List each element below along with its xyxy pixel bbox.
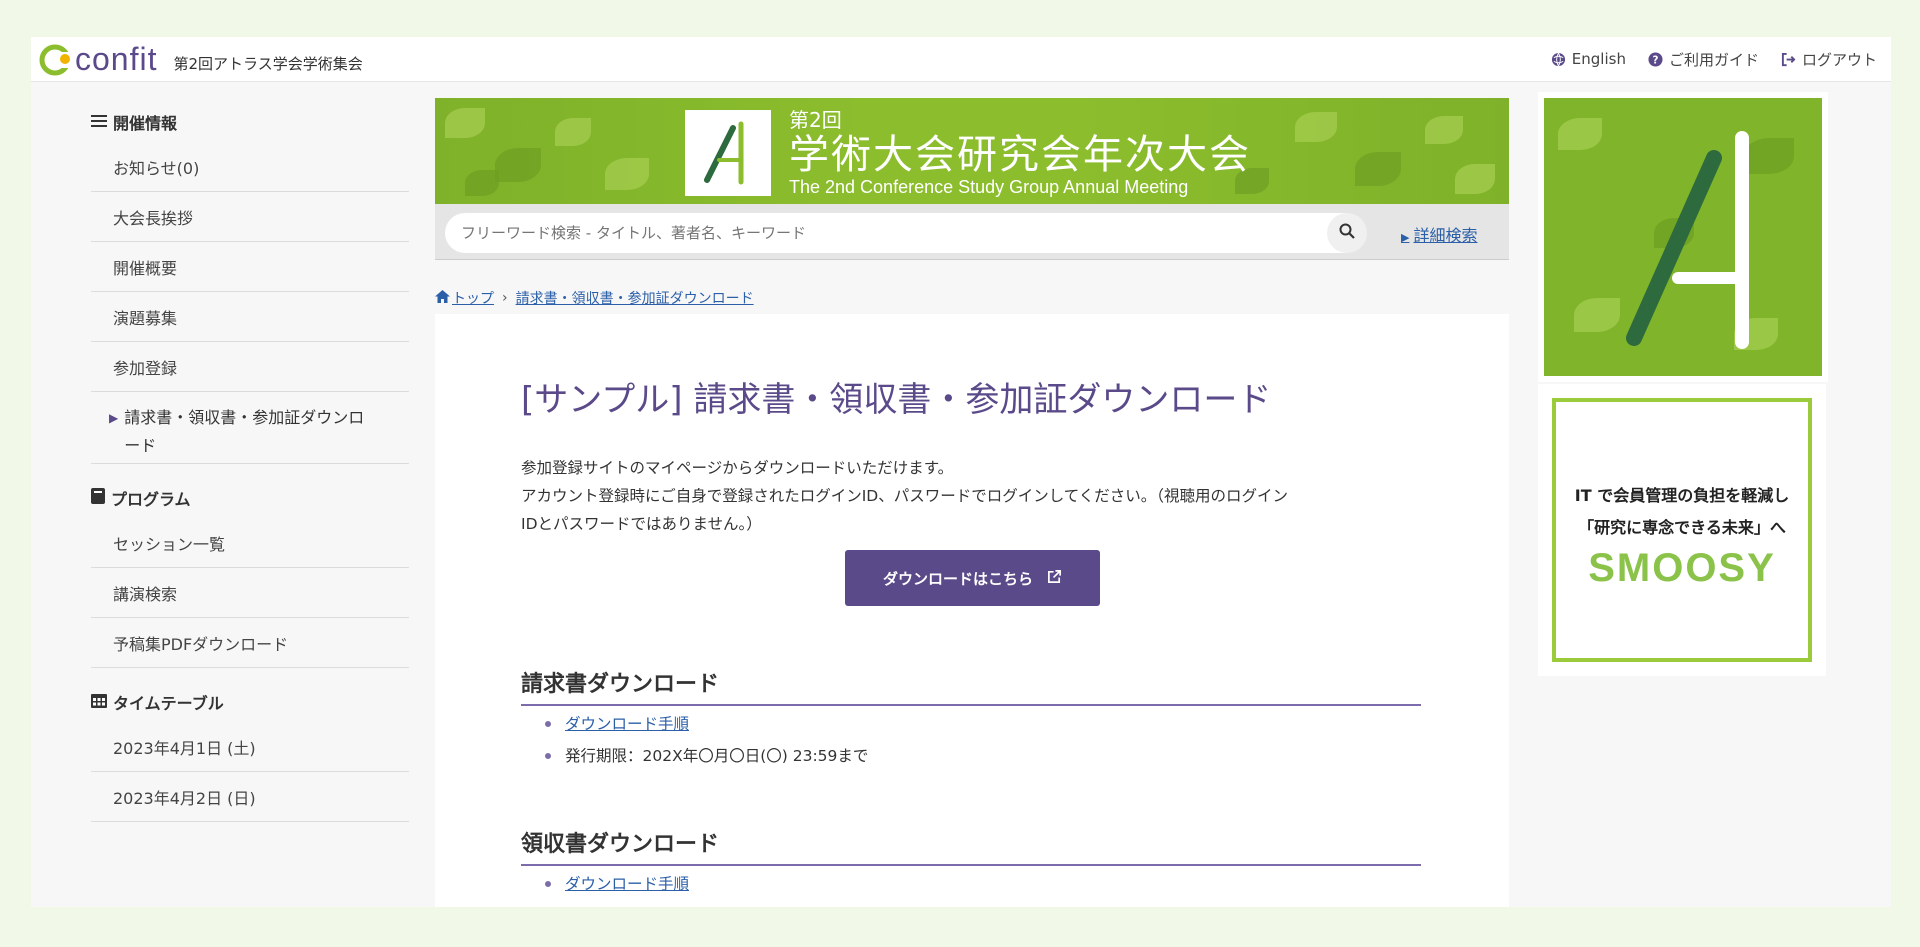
invoice-procedure-link[interactable]: ダウンロード手順 bbox=[565, 708, 689, 740]
sidebar-item-notices[interactable]: お知らせ(0) bbox=[91, 142, 409, 192]
atlas-ad-banner[interactable] bbox=[1538, 92, 1828, 382]
sidebar-item-day2[interactable]: 2023年4月2日 (日) bbox=[91, 772, 409, 822]
atlas-a-logo-icon bbox=[1544, 98, 1822, 376]
breadcrumb-separator: › bbox=[502, 290, 508, 306]
caret-right-icon: ▶ bbox=[1401, 231, 1410, 244]
banner-edition: 第2回 bbox=[789, 108, 842, 132]
sidebar-item-call-for-papers[interactable]: 演題募集 bbox=[91, 292, 409, 342]
guide-link[interactable]: ? ご利用ガイド bbox=[1648, 49, 1759, 70]
leaf-decoration bbox=[555, 118, 591, 146]
invoice-deadline: 発行期限：202X年〇月〇日(〇) 23:59まで bbox=[565, 747, 869, 765]
search-input[interactable] bbox=[445, 213, 1365, 253]
leaf-decoration bbox=[465, 170, 499, 196]
logout-icon bbox=[1781, 51, 1797, 67]
atlas-logo-icon bbox=[685, 110, 771, 196]
advanced-search-link[interactable]: ▶ 詳細検索 bbox=[1401, 222, 1477, 246]
confit-logo-mark-icon bbox=[39, 40, 77, 78]
list-item: 発行期限：202X年〇月〇日(〇) 23:59まで bbox=[545, 740, 868, 772]
search-bar: ▶詳細検索 bbox=[435, 204, 1509, 260]
banner-title: 第2回 学術大会研究会年次大会 The 2nd Conference Study… bbox=[789, 104, 1251, 198]
sidebar-item-sessions[interactable]: セッション一覧 bbox=[91, 518, 409, 568]
invoice-section-heading: 請求書ダウンロード bbox=[521, 666, 1421, 706]
sidebar-item-invoice-download[interactable]: ▶ 請求書・領収書・参加証ダウンロード bbox=[91, 392, 409, 464]
question-circle-icon: ? bbox=[1648, 51, 1664, 67]
conference-banner[interactable]: 第2回 学術大会研究会年次大会 The 2nd Conference Study… bbox=[435, 98, 1509, 204]
external-link-icon bbox=[1047, 569, 1062, 588]
page-title: [サンプル] 請求書・領収書・参加証ダウンロード bbox=[521, 380, 1272, 420]
confit-logo[interactable]: confit bbox=[39, 40, 157, 78]
list-icon bbox=[91, 113, 107, 132]
header-links: English ? ご利用ガイド ログアウト bbox=[1551, 49, 1877, 70]
sidebar-item-proceedings-pdf[interactable]: 予稿集PDFダウンロード bbox=[91, 618, 409, 668]
banner-title-en: The 2nd Conference Study Group Annual Me… bbox=[789, 177, 1189, 197]
guide-link-label: ご利用ガイド bbox=[1668, 50, 1759, 69]
home-icon bbox=[435, 289, 450, 307]
sidebar-item-invoice-download-label: 請求書・領収書・参加証ダウンロード bbox=[124, 408, 365, 455]
leaf-decoration bbox=[445, 108, 485, 138]
smoosy-ad-frame: IT で会員管理の負担を軽減し 「研究に専念できる未来」へ SMOOSY bbox=[1552, 398, 1812, 662]
globe-icon bbox=[1551, 51, 1567, 67]
bullet-icon bbox=[545, 881, 551, 887]
sidebar: 開催情報 お知らせ(0) 大会長挨拶 開催概要 演題募集 参加登録 ▶ 請求書・… bbox=[91, 102, 409, 822]
leaf-decoration bbox=[1425, 116, 1463, 144]
breadcrumb-home[interactable]: トップ bbox=[435, 288, 494, 308]
main-content: [サンプル] 請求書・領収書・参加証ダウンロード 参加登録サイトのマイページから… bbox=[435, 314, 1509, 907]
leaf-decoration bbox=[1455, 164, 1495, 194]
list-item: ダウンロード手順 bbox=[545, 868, 689, 900]
english-link-label: English bbox=[1571, 50, 1626, 68]
logout-link-label: ログアウト bbox=[1801, 50, 1877, 69]
breadcrumb-current[interactable]: 請求書・領収書・参加証ダウンロード bbox=[516, 288, 754, 308]
receipt-procedure-link[interactable]: ダウンロード手順 bbox=[565, 868, 689, 900]
receipt-list: ダウンロード手順 bbox=[545, 868, 689, 900]
download-button[interactable]: ダウンロードはこちら bbox=[845, 550, 1100, 606]
invoice-list: ダウンロード手順 発行期限：202X年〇月〇日(〇) 23:59まで bbox=[545, 708, 868, 772]
breadcrumb: トップ › 請求書・領収書・参加証ダウンロード bbox=[435, 288, 754, 308]
smoosy-ad[interactable]: IT で会員管理の負担を軽減し 「研究に専念できる未来」へ SMOOSY bbox=[1538, 384, 1826, 676]
sidebar-item-greeting[interactable]: 大会長挨拶 bbox=[91, 192, 409, 242]
search-button[interactable] bbox=[1327, 213, 1367, 253]
sidebar-section-timetable: タイムテーブル bbox=[91, 682, 409, 722]
page-body: 開催情報 お知らせ(0) 大会長挨拶 開催概要 演題募集 参加登録 ▶ 請求書・… bbox=[31, 82, 1891, 907]
bullet-icon bbox=[545, 721, 551, 727]
intro-text: 参加登録サイトのマイページからダウンロードいただけます。 アカウント登録時にご自… bbox=[521, 459, 1289, 533]
sidebar-item-registration[interactable]: 参加登録 bbox=[91, 342, 409, 392]
book-icon bbox=[91, 488, 105, 508]
confit-logo-text: confit bbox=[75, 40, 158, 77]
smoosy-ad-text: IT で会員管理の負担を軽減し 「研究に専念できる未来」へ bbox=[1574, 486, 1790, 537]
top-header: confit 第2回アトラス学会学術集会 English ? ご利用ガイド ログ… bbox=[31, 37, 1891, 82]
receipt-section-heading: 領収書ダウンロード bbox=[521, 826, 1421, 866]
sidebar-item-day1[interactable]: 2023年4月1日 (土) bbox=[91, 722, 409, 772]
leaf-decoration bbox=[1355, 152, 1401, 186]
leaf-decoration bbox=[1295, 112, 1337, 142]
list-item: ダウンロード手順 bbox=[545, 708, 868, 740]
english-link[interactable]: English bbox=[1551, 50, 1626, 68]
bullet-icon bbox=[545, 753, 551, 759]
calendar-icon bbox=[91, 692, 107, 712]
sidebar-section-program: プログラム bbox=[91, 478, 409, 518]
caret-right-icon: ▶ bbox=[109, 411, 119, 425]
sidebar-section-event-info: 開催情報 bbox=[91, 102, 409, 142]
search-icon bbox=[1339, 223, 1355, 243]
leaf-decoration bbox=[605, 158, 649, 190]
svg-text:?: ? bbox=[1653, 54, 1659, 66]
leaf-decoration bbox=[495, 148, 541, 182]
banner-title-ja: 学術大会研究会年次大会 bbox=[789, 132, 1251, 178]
site-name: 第2回アトラス学会学術集会 bbox=[173, 54, 363, 73]
logout-link[interactable]: ログアウト bbox=[1781, 49, 1877, 70]
sidebar-item-talk-search[interactable]: 講演検索 bbox=[91, 568, 409, 618]
smoosy-logo: SMOOSY bbox=[1588, 546, 1776, 590]
sidebar-item-overview[interactable]: 開催概要 bbox=[91, 242, 409, 292]
